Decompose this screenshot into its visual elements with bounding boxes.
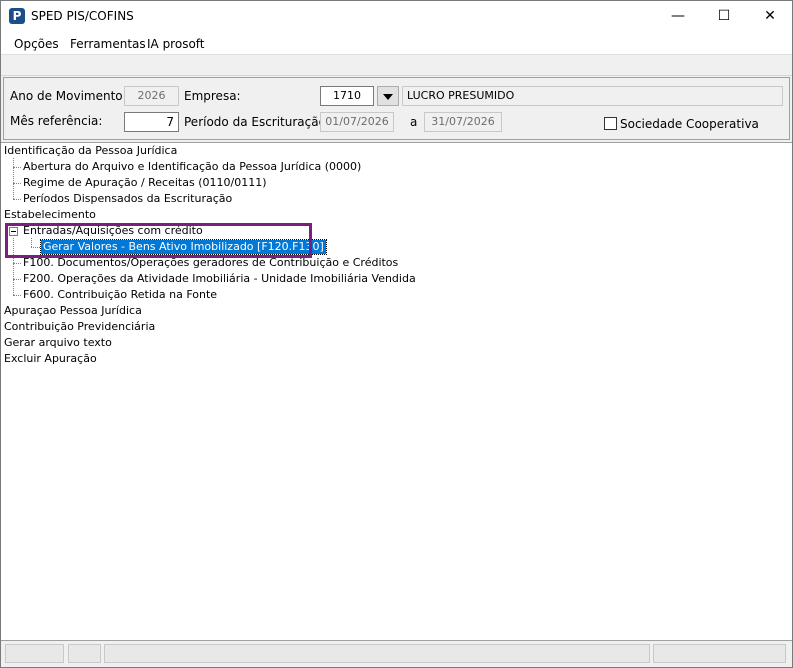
- tree-item-abertura[interactable]: Abertura do Arquivo e Identificação da P…: [23, 160, 361, 174]
- menu-ferramentas[interactable]: Ferramentas: [70, 37, 146, 51]
- empresa-dropdown-button[interactable]: [377, 86, 399, 106]
- ano-field[interactable]: 2026: [124, 86, 179, 106]
- tree-connector: [13, 158, 14, 199]
- periodo-inicio-field[interactable]: 01/07/2026: [320, 112, 394, 132]
- tree-item-f100[interactable]: F100. Documentos/Operações geradores de …: [23, 256, 398, 270]
- menu-bar: Opções Ferramentas IA prosoft: [1, 32, 792, 55]
- minimize-button[interactable]: —: [655, 1, 701, 32]
- tree-item-excluir[interactable]: Excluir Apuração: [4, 352, 97, 366]
- status-bar: [1, 640, 792, 667]
- filter-panel: Ano de Movimento: 2026 Empresa: 1710 LUC…: [3, 77, 790, 140]
- menu-ia-prosoft[interactable]: IA prosoft: [147, 37, 205, 51]
- window-title: SPED PIS/COFINS: [31, 9, 134, 23]
- menu-opcoes[interactable]: Opções: [14, 37, 59, 51]
- tree-connector: [13, 263, 21, 264]
- tree-item-identificacao[interactable]: Identificação da Pessoa Jurídica: [4, 144, 177, 158]
- tree-connector: [13, 183, 21, 184]
- main-window: P SPED PIS/COFINS — ☐ ✕ Opções Ferrament…: [0, 0, 793, 668]
- cooperativa-label: Sociedade Cooperativa: [620, 117, 759, 131]
- chevron-down-icon: [383, 94, 393, 100]
- tree-item-regime[interactable]: Regime de Apuração / Receitas (0110/0111…: [23, 176, 267, 190]
- ano-label: Ano de Movimento:: [10, 89, 127, 103]
- close-icon: ✕: [764, 8, 776, 24]
- minimize-icon: —: [671, 8, 685, 24]
- cooperativa-checkbox[interactable]: [604, 117, 617, 130]
- tree-item-gerar-arquivo[interactable]: Gerar arquivo texto: [4, 336, 112, 350]
- tree-connector: [13, 167, 21, 168]
- tree-connector: [13, 279, 21, 280]
- highlight-annotation: [5, 223, 312, 258]
- tree-connector: [13, 199, 21, 200]
- tree-item-periodos[interactable]: Períodos Dispensados da Escrituração: [23, 192, 232, 206]
- maximize-button[interactable]: ☐: [701, 1, 747, 32]
- app-logo-icon: P: [9, 8, 25, 24]
- tree-item-previdenciaria[interactable]: Contribuição Previdenciária: [4, 320, 155, 334]
- status-panel-1: [5, 644, 64, 663]
- toolbar-strip: [1, 55, 792, 76]
- mes-label: Mês referência:: [10, 114, 103, 128]
- periodo-fim-field[interactable]: 31/07/2026: [424, 112, 502, 132]
- tree-item-f600[interactable]: F600. Contribuição Retida na Fonte: [23, 288, 217, 302]
- maximize-icon: ☐: [717, 8, 731, 24]
- status-panel-2: [68, 644, 101, 663]
- tree-item-apuracao[interactable]: Apuraçao Pessoa Jurídica: [4, 304, 142, 318]
- empresa-code-field[interactable]: 1710: [320, 86, 374, 106]
- close-button[interactable]: ✕: [747, 1, 792, 32]
- mes-field[interactable]: 7: [124, 112, 179, 132]
- periodo-label: Período da Escrituração:: [184, 115, 330, 129]
- empresa-label: Empresa:: [184, 89, 241, 103]
- tree-item-estabelecimento[interactable]: Estabelecimento: [4, 208, 96, 222]
- title-bar[interactable]: P SPED PIS/COFINS — ☐ ✕: [1, 1, 792, 32]
- periodo-separator: a: [410, 115, 418, 129]
- tree-connector: [13, 295, 21, 296]
- status-panel-3: [104, 644, 650, 663]
- tree-item-f200[interactable]: F200. Operações da Atividade Imobiliária…: [23, 272, 416, 286]
- empresa-regime-field: LUCRO PRESUMIDO: [402, 86, 783, 106]
- status-panel-4: [653, 644, 786, 663]
- navigation-tree[interactable]: Identificação da Pessoa Jurídica Abertur…: [1, 142, 792, 640]
